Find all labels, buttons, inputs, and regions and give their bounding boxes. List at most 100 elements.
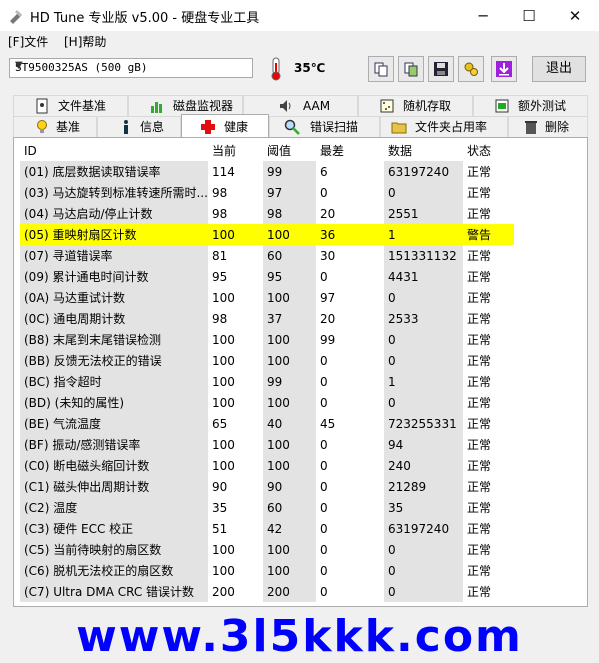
table-row[interactable]: (C6) 脱机无法校正的扇区数 100 100 0 0 正常 (20, 560, 514, 581)
tab-disk-monitor[interactable]: 磁盘监视器 (128, 95, 243, 116)
cell-id: (BD) (未知的属性) (20, 392, 208, 413)
tab-error-scan[interactable]: 错误扫描 (269, 116, 380, 137)
table-row[interactable]: (05) 重映射扇区计数 100 100 36 1 警告 (20, 224, 514, 245)
header-status[interactable]: 状态 (463, 140, 514, 161)
cell-current: 100 (212, 458, 235, 473)
chevron-down-icon[interactable]: ▼ (15, 60, 248, 71)
table-row[interactable]: (C5) 当前待映射的扇区数 100 100 0 0 正常 (20, 539, 514, 560)
tab-extra-tests[interactable]: 额外测试 (473, 95, 588, 116)
cell-threshold: 99 (263, 161, 316, 182)
close-button[interactable]: ✕ (552, 0, 598, 31)
cell-data: 0 (384, 182, 463, 203)
table-row[interactable]: (01) 底层数据读取错误率 114 99 6 63197240 正常 (20, 161, 514, 182)
cell-threshold: 37 (263, 308, 316, 329)
cell-threshold: 100 (263, 350, 316, 371)
cell-threshold: 40 (263, 413, 316, 434)
tab-health[interactable]: 健康 (181, 114, 269, 137)
tab-info[interactable]: 信息 (97, 116, 181, 137)
cell-id: (C2) 温度 (20, 497, 208, 518)
cell-worst: 97 (320, 290, 336, 305)
header-id[interactable]: ID (20, 140, 208, 161)
tab-random-access[interactable]: 随机存取 (358, 95, 473, 116)
cell-data: 151331132 (384, 245, 463, 266)
save-button[interactable] (428, 56, 454, 82)
table-row[interactable]: (C3) 硬件 ECC 校正 51 42 0 63197240 正常 (20, 518, 514, 539)
cell-current: 95 (212, 269, 228, 284)
cell-status: 正常 (467, 396, 492, 410)
cell-current: 98 (212, 185, 228, 200)
cell-id: (05) 重映射扇区计数 (20, 224, 208, 245)
cell-data: 2551 (384, 203, 463, 224)
table-row[interactable]: (03) 马达旋转到标准转速所需时... 98 97 0 0 正常 (20, 182, 514, 203)
options-icon (464, 62, 478, 76)
table-row[interactable]: (BD) (未知的属性) 100 100 0 0 正常 (20, 392, 514, 413)
table-row[interactable]: (BF) 振动/感测错误率 100 100 0 94 正常 (20, 434, 514, 455)
cell-current: 100 (212, 353, 235, 368)
cell-data: 35 (384, 497, 463, 518)
cell-worst: 0 (320, 458, 328, 473)
table-row[interactable]: (BC) 指令超时 100 99 0 1 正常 (20, 371, 514, 392)
table-row[interactable]: (C0) 断电磁头缩回计数 100 100 0 240 正常 (20, 455, 514, 476)
tab-file-benchmark[interactable]: 文件基准 (13, 95, 128, 116)
cell-status: 正常 (467, 459, 492, 473)
table-row[interactable]: (07) 寻道错误率 81 60 30 151331132 正常 (20, 245, 514, 266)
cell-threshold: 60 (263, 245, 316, 266)
table-row[interactable]: (0C) 通电周期计数 98 37 20 2533 正常 (20, 308, 514, 329)
cell-status: 正常 (467, 375, 492, 389)
smart-table: ID 当前 阈值 最差 数据 状态 (01) 底层数据读取错误率 114 99 6 63… (20, 140, 514, 602)
maximize-button[interactable]: ☐ (506, 0, 552, 31)
cell-id: (C3) 硬件 ECC 校正 (20, 518, 208, 539)
copy-button[interactable] (368, 56, 394, 82)
cell-current: 81 (212, 248, 228, 263)
table-row[interactable]: (C2) 温度 35 60 0 35 正常 (20, 497, 514, 518)
table-row[interactable]: (C1) 磁头伸出周期计数 90 90 0 21289 正常 (20, 476, 514, 497)
extra-tests-icon (495, 99, 509, 113)
table-row[interactable]: (04) 马达启动/停止计数 98 98 20 2551 正常 (20, 203, 514, 224)
cell-threshold: 99 (263, 371, 316, 392)
cell-current: 35 (212, 500, 228, 515)
cell-worst: 20 (320, 206, 336, 221)
header-worst[interactable]: 最差 (316, 140, 384, 161)
cell-data: 1 (384, 371, 463, 392)
table-row[interactable]: (B8) 末尾到末尾错误检测 100 100 99 0 正常 (20, 329, 514, 350)
cell-threshold: 100 (263, 434, 316, 455)
table-row[interactable]: (0A) 马达重试计数 100 100 97 0 正常 (20, 287, 514, 308)
tab-aam[interactable]: AAM (243, 95, 358, 116)
tab-benchmark[interactable]: 基准 (13, 116, 97, 137)
table-row[interactable]: (09) 累计通电时间计数 95 95 0 4431 正常 (20, 266, 514, 287)
cell-current: 90 (212, 479, 228, 494)
menu-file[interactable]: [F]文件 (8, 33, 48, 50)
cell-worst: 0 (320, 479, 328, 494)
table-row[interactable]: (BB) 反馈无法校正的错误 100 100 0 0 正常 (20, 350, 514, 371)
info-icon (124, 120, 128, 134)
cell-worst: 45 (320, 416, 336, 431)
watermark-text: www.3l5kkk.com (76, 611, 523, 662)
cell-worst: 0 (320, 563, 328, 578)
drive-select[interactable]: ST9500325AS (500 gB) ▼ (9, 58, 253, 78)
tab-delete[interactable]: 删除 (508, 116, 588, 137)
options-button[interactable] (458, 56, 484, 82)
cell-data: 21289 (384, 476, 463, 497)
cell-worst: 99 (320, 332, 336, 347)
minimize-button[interactable]: ─ (460, 0, 506, 31)
table-row[interactable]: (C7) Ultra DMA CRC 错误计数 200 200 0 0 正常 (20, 581, 514, 602)
cell-worst: 0 (320, 542, 328, 557)
download-button[interactable] (491, 56, 517, 82)
cell-id: (0C) 通电周期计数 (20, 308, 208, 329)
menu-help[interactable]: [H]帮助 (64, 33, 106, 50)
cell-status: 正常 (467, 438, 492, 452)
tab-folder-usage[interactable]: 文件夹占用率 (380, 116, 508, 137)
header-current[interactable]: 当前 (208, 140, 263, 161)
hd-tune-app-icon (10, 10, 22, 24)
cell-status: 正常 (467, 207, 492, 221)
download-icon (496, 61, 512, 77)
cell-current: 100 (212, 437, 235, 452)
table-row[interactable]: (BE) 气流温度 65 40 45 723255331 正常 (20, 413, 514, 434)
header-threshold[interactable]: 阈值 (263, 140, 316, 161)
cell-status: 正常 (467, 165, 492, 179)
cell-id: (C6) 脱机无法校正的扇区数 (20, 560, 208, 581)
copy-info-button[interactable] (398, 56, 424, 82)
header-data[interactable]: 数据 (384, 140, 463, 161)
exit-button[interactable]: 退出 (532, 56, 586, 82)
cell-status: 正常 (467, 186, 492, 200)
